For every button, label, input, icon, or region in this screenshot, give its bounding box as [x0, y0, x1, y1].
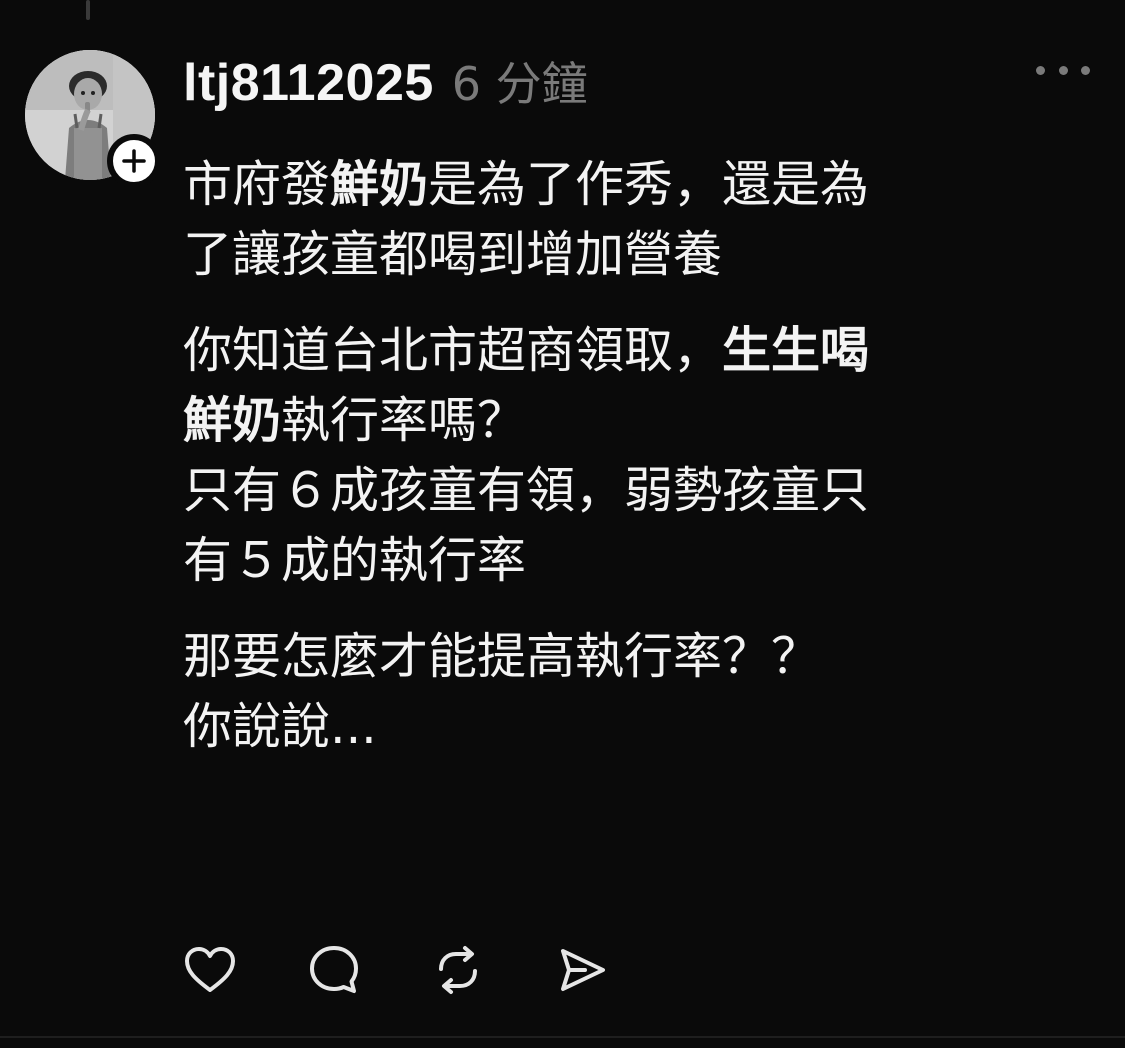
- post-text: 那要怎麼才能提高執行率？？: [183, 628, 821, 685]
- post-text: 你知道台北市超商領取，: [183, 322, 723, 379]
- post-text-bold: 鮮奶: [183, 392, 282, 449]
- speech-bubble-icon: [310, 946, 358, 993]
- more-horizontal-icon: [1058, 65, 1068, 75]
- post-text-bold: 生生喝: [722, 322, 870, 379]
- send-icon: [561, 949, 605, 991]
- post-text: 是為了作秀，還是為: [428, 156, 870, 213]
- post-text: 你說說...: [183, 698, 377, 755]
- follow-button[interactable]: [107, 134, 161, 188]
- post-paragraph: 那要怎麼才能提高執行率？？ 你說說...: [183, 622, 1093, 762]
- heart-icon: [185, 947, 235, 992]
- more-options-button[interactable]: [1036, 56, 1090, 84]
- post-header: ltj8112025 6 分鐘: [183, 48, 588, 118]
- avatar-container: [25, 50, 161, 188]
- thread-connector-line: [86, 0, 90, 20]
- more-horizontal-icon: [1081, 65, 1090, 75]
- post-text: 市府發: [183, 156, 331, 213]
- post-text: 了讓孩童都喝到增加營養: [183, 226, 723, 283]
- post-text: 執行率嗎？: [281, 392, 527, 449]
- share-button[interactable]: [552, 940, 612, 1000]
- post-paragraph: 你知道台北市超商領取，生生喝鮮奶執行率嗎？ 只有６成孩童有領，弱勢孩童只 有５成的執…: [183, 316, 1093, 596]
- post-text-bold: 鮮奶: [330, 156, 429, 213]
- post-actions: [180, 940, 676, 1000]
- plus-icon: [122, 149, 146, 173]
- repost-icon: [439, 946, 477, 994]
- post-paragraph: 市府發鮮奶是為了作秀，還是為了讓孩童都喝到增加營養: [183, 150, 1093, 290]
- bottom-divider: [0, 1036, 1125, 1038]
- more-horizontal-icon: [1036, 65, 1045, 75]
- post-text: 只有６成孩童有領，弱勢孩童只: [183, 462, 870, 519]
- post-text: 有５成的執行率: [183, 532, 527, 589]
- reply-button[interactable]: [304, 940, 364, 1000]
- like-button[interactable]: [180, 940, 240, 1000]
- repost-button[interactable]: [428, 940, 488, 1000]
- username-link[interactable]: ltj8112025: [183, 53, 434, 113]
- post-body: 市府發鮮奶是為了作秀，還是為 了讓孩童都喝到增加營養 你知道台北市超商領取，生生喝鮮…: [183, 150, 1093, 788]
- post-timestamp: 6 分鐘: [451, 57, 588, 111]
